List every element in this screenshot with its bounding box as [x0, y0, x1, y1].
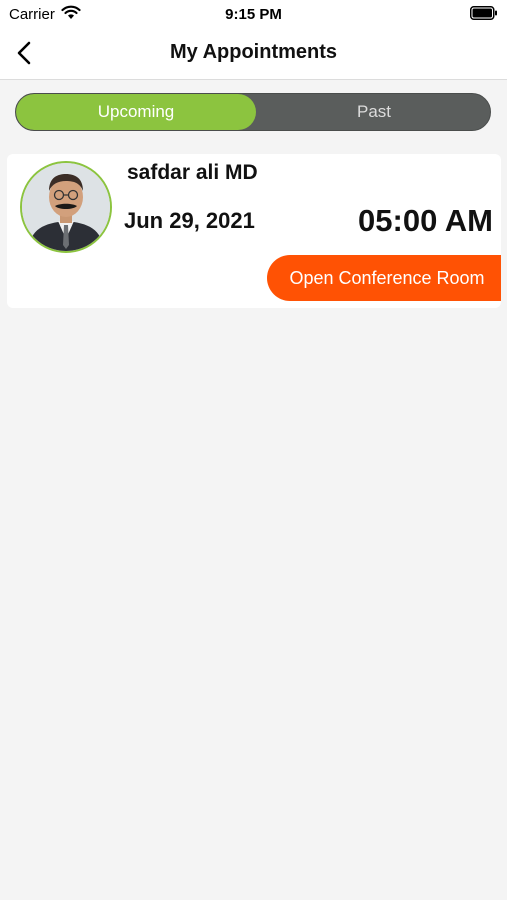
appointment-card: safdar ali MD Jun 29, 2021 05:00 AM Open…: [7, 154, 501, 308]
status-bar: Carrier 9:15 PM: [0, 0, 507, 28]
appointment-date: Jun 29, 2021: [124, 208, 255, 233]
open-conference-room-button[interactable]: Open Conference Room: [267, 255, 501, 301]
tab-past[interactable]: Past: [256, 94, 490, 130]
doctor-photo-icon: [22, 163, 110, 251]
appointments-segmented-control: Upcoming Past: [15, 93, 491, 131]
doctor-avatar: [20, 161, 112, 253]
tab-upcoming[interactable]: Upcoming: [16, 94, 256, 130]
page-title: My Appointments: [169, 41, 338, 63]
status-time: 9:15 PM: [225, 6, 282, 23]
doctor-name: safdar ali MD: [127, 161, 258, 184]
appointment-time: 05:00 AM: [358, 203, 493, 238]
navigation-bar: My Appointments: [0, 28, 507, 80]
battery-icon: [470, 6, 498, 24]
